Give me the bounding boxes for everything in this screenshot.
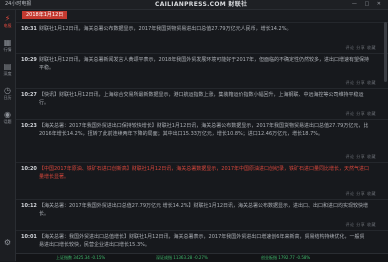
news-time: 10:01 bbox=[21, 234, 37, 240]
news-text: 【海关总署：2017年我国外贸进出口总值27.79万亿元 增长14.2%】财联社… bbox=[39, 203, 369, 217]
news-time: 10:27 bbox=[21, 92, 37, 98]
news-text: 【快讯】财联社1月12日讯，上海综合交易所最新数据显示，港口航运指数上涨，集装箱… bbox=[39, 92, 364, 106]
news-time: 10:31 bbox=[21, 26, 37, 32]
news-actions[interactable]: 评论 分享 收藏 bbox=[345, 191, 376, 197]
scrollbar[interactable] bbox=[384, 22, 387, 82]
date-bar: 2018年1月12日 bbox=[16, 10, 388, 20]
news-text: 【海关总署：2017年我国外贸进出口保持较快增长】财联社1月12日讯，海关总署公… bbox=[39, 123, 369, 137]
title-bar: 24小时电报 CAILIANPRESS.COM 财联社 — □ ✕ bbox=[0, 0, 388, 10]
news-actions[interactable]: 评论 分享 收藏 bbox=[345, 222, 376, 228]
news-feed: 2018年1月12日 10:31 财联社1月12日讯，海关总署公布数据显示，20… bbox=[16, 10, 388, 253]
news-actions[interactable]: 评论 分享 收藏 bbox=[345, 45, 376, 51]
sidebar-item-label: 行情 bbox=[3, 47, 12, 52]
news-text: 【海关总署：我国外贸进出口总值增长】财联社1月12日讯，海关总署表示，2017年… bbox=[39, 234, 365, 248]
chat-icon: ◉ bbox=[4, 110, 11, 119]
chart-icon: ▦ bbox=[3, 38, 12, 47]
sidebar-item-depth[interactable]: ▤ 深度 bbox=[0, 62, 15, 80]
news-time: 10:12 bbox=[21, 203, 37, 209]
sidebar-item-settings[interactable]: ⚙ bbox=[0, 238, 15, 256]
news-item[interactable]: 10:20 【中国2017年原油、铁矿石进口创新高】财联社1月12日讯，海关总署… bbox=[16, 162, 388, 199]
news-time: 10:23 bbox=[21, 123, 37, 129]
news-item[interactable]: 10:31 财联社1月12日讯，海关总署公布数据显示，2017年我国货物贸易进出… bbox=[16, 22, 388, 53]
sidebar-item-label: 深度 bbox=[3, 71, 12, 76]
window-controls[interactable]: — □ ✕ bbox=[352, 0, 384, 9]
doc-icon: ▤ bbox=[3, 62, 12, 71]
date-label: 2018年1月12日 bbox=[22, 11, 68, 19]
news-time: 10:20 bbox=[21, 166, 37, 172]
sidebar-item-calendar[interactable]: ◷ 日历 bbox=[0, 86, 15, 104]
sidebar-item-market[interactable]: ▦ 行情 bbox=[0, 38, 15, 56]
window-title: 24小时电报 bbox=[5, 1, 32, 7]
settings-icon: ⚙ bbox=[3, 238, 12, 247]
news-item[interactable]: 10:27 【快讯】财联社1月12日讯，上海综合交易所最新数据显示，港口航运指数… bbox=[16, 88, 388, 119]
sidebar-item-label: 日历 bbox=[3, 95, 12, 100]
sidebar-item-topic[interactable]: ◉ 话题 bbox=[0, 110, 15, 128]
news-text: 财联社1月12日讯，海关总署公布数据显示，2017年我国货物贸易进出口总值27.… bbox=[39, 26, 292, 32]
news-item[interactable]: 10:12 【海关总署：2017年我国外贸进出口总值27.79万亿元 增长14.… bbox=[16, 199, 388, 230]
news-text: 【中国2017年原油、铁矿石进口创新高】财联社1月12日讯，海关总署数据显示，2… bbox=[39, 166, 369, 180]
news-text: 财联社1月12日讯，海关总署新闻发言人黄颂平表示，2018年我国外贸发展环境可能… bbox=[39, 57, 369, 71]
news-item[interactable]: 10:23 【海关总署：2017年我国外贸进出口保持较快增长】财联社1月12日讯… bbox=[16, 119, 388, 162]
news-item[interactable]: 10:29 财联社1月12日讯，海关总署新闻发言人黄颂平表示，2018年我国外贸… bbox=[16, 53, 388, 88]
news-actions[interactable]: 评论 分享 收藏 bbox=[345, 111, 376, 117]
news-actions[interactable]: 评论 分享 收藏 bbox=[345, 154, 376, 160]
sidebar-item-label: 话题 bbox=[3, 119, 12, 124]
news-actions[interactable]: 评论 分享 收藏 bbox=[345, 80, 376, 86]
clock-icon: ◷ bbox=[4, 86, 11, 95]
sidebar: ⚡ 电报 ▦ 行情 ▤ 深度 ◷ 日历 ◉ 话题 ⚙ bbox=[0, 10, 16, 261]
bolt-icon: ⚡ bbox=[4, 14, 11, 23]
sidebar-item-label: 电报 bbox=[3, 23, 12, 28]
news-item[interactable]: 10:01 【海关总署：我国外贸进出口总值增长】财联社1月12日讯，海关总署表示… bbox=[16, 230, 388, 253]
brand-logo: CAILIANPRESS.COM 财联社 bbox=[155, 1, 248, 8]
sidebar-item-telegraph[interactable]: ⚡ 电报 bbox=[0, 14, 15, 32]
news-time: 10:29 bbox=[21, 57, 37, 63]
